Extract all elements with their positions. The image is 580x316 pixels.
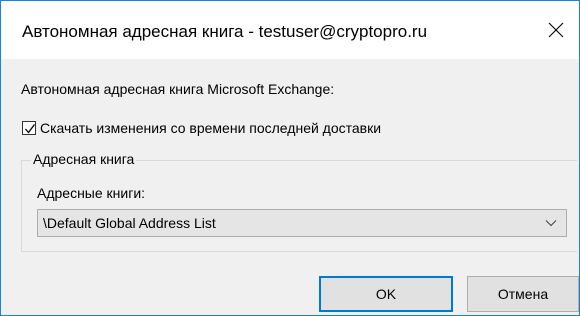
dialog-window: Автономная адресная книга - testuser@cry… — [0, 0, 580, 316]
ok-button[interactable]: OK — [319, 276, 453, 312]
selected-address-book: \Default Global Address List — [43, 215, 216, 231]
download-changes-label: Скачать изменения со времени последней д… — [40, 120, 382, 136]
address-book-select[interactable]: \Default Global Address List — [37, 209, 567, 237]
close-button[interactable] — [533, 1, 579, 59]
cancel-button[interactable]: Отмена — [467, 276, 579, 312]
checkmark-icon — [25, 124, 36, 134]
title-bar: Автономная адресная книга - testuser@cry… — [1, 1, 579, 59]
download-changes-checkbox[interactable] — [22, 121, 36, 135]
offline-address-book-label: Автономная адресная книга Microsoft Exch… — [21, 81, 335, 97]
address-books-label: Адресные книги: — [37, 185, 146, 201]
download-changes-checkbox-row[interactable]: Скачать изменения со времени последней д… — [22, 120, 381, 136]
chevron-down-icon — [545, 220, 557, 227]
address-book-groupbox — [21, 160, 577, 252]
close-icon — [548, 22, 564, 38]
window-title: Автономная адресная книга - testuser@cry… — [22, 22, 428, 41]
address-book-group-legend: Адресная книга — [31, 151, 137, 167]
